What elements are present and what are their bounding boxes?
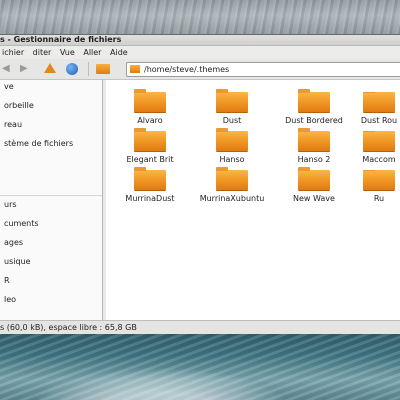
status-bar: s (60,0 kB), espace libre : 65,8 GB bbox=[0, 320, 400, 334]
folder-icon bbox=[298, 167, 330, 190]
window-title: s - Gestionnaire de fichiers bbox=[0, 35, 400, 46]
folder-view: Alvaro Dust Dust Bordered Dust Rou Elega… bbox=[106, 79, 400, 321]
folder-icon bbox=[363, 92, 395, 112]
folder-item[interactable]: Elegant Brit bbox=[110, 128, 190, 164]
folder-item[interactable]: Dust Bordered bbox=[274, 89, 354, 125]
sidebar-item-music[interactable]: usique bbox=[4, 257, 31, 266]
folder-icon bbox=[134, 89, 166, 112]
menubar: ichier diter Vue Aller Aide bbox=[0, 46, 400, 59]
folder-item[interactable]: MurrinaXubuntu bbox=[192, 167, 272, 203]
folder-label: Dust Rou bbox=[360, 116, 398, 125]
folder-label: Hanso 2 bbox=[297, 155, 331, 164]
folder-icon bbox=[298, 89, 330, 112]
back-arrow-icon[interactable]: ◀ bbox=[2, 63, 14, 75]
location-bar[interactable]: /home/steve/.themes bbox=[126, 62, 400, 77]
sidebar-item-desktop[interactable]: reau bbox=[4, 120, 22, 129]
folder-icon bbox=[363, 131, 395, 151]
folder-item[interactable]: Alvaro bbox=[110, 89, 190, 125]
folder-icon bbox=[130, 65, 140, 73]
sidebar-item-images[interactable]: ages bbox=[4, 238, 23, 247]
folder-item[interactable]: Hanso bbox=[192, 128, 272, 164]
folder-icon bbox=[216, 128, 248, 151]
folder-icon bbox=[134, 128, 166, 151]
folder-label: Dust bbox=[222, 116, 242, 125]
folder-item[interactable]: Hanso 2 bbox=[274, 128, 354, 164]
toolbar: ◀ ▶ /home/steve/.themes bbox=[0, 59, 400, 80]
menu-help[interactable]: Aide bbox=[110, 48, 128, 57]
sidebar-item-video[interactable]: leo bbox=[4, 295, 16, 304]
menu-file[interactable]: ichier bbox=[2, 48, 24, 57]
desktop-wallpaper-bottom bbox=[0, 332, 400, 400]
sidebar: ve orbeille reau stème de fichiers urs c… bbox=[0, 79, 103, 321]
folder-label: Elegant Brit bbox=[126, 155, 174, 164]
sidebar-item-documents[interactable]: cuments bbox=[4, 219, 39, 228]
folder-item[interactable]: New Wave bbox=[274, 167, 354, 203]
folder-icon bbox=[216, 89, 248, 112]
sidebar-item-home[interactable]: ve bbox=[4, 82, 14, 91]
forward-arrow-icon[interactable]: ▶ bbox=[20, 63, 32, 75]
folder-item[interactable]: Ru bbox=[356, 170, 400, 203]
folder-item[interactable]: MurrinaDust bbox=[110, 167, 190, 203]
toolbar-separator bbox=[88, 62, 89, 76]
folder-icon bbox=[134, 167, 166, 190]
folder-label: New Wave bbox=[293, 194, 335, 203]
folder-icon bbox=[298, 128, 330, 151]
folder-item[interactable]: Dust bbox=[192, 89, 272, 125]
sidebar-separator bbox=[0, 195, 102, 196]
folder-icon[interactable] bbox=[96, 64, 110, 74]
folder-icon bbox=[363, 170, 395, 190]
folder-label: Ru bbox=[373, 194, 385, 203]
menu-view[interactable]: Vue bbox=[60, 48, 75, 57]
menu-go[interactable]: Aller bbox=[83, 48, 101, 57]
sidebar-item-folders[interactable]: urs bbox=[4, 200, 17, 209]
folder-label: Hanso bbox=[219, 155, 245, 164]
folder-label: MurrinaDust bbox=[125, 194, 175, 203]
refresh-icon[interactable] bbox=[66, 63, 78, 75]
sidebar-item-filesystem[interactable]: stème de fichiers bbox=[4, 139, 73, 148]
file-manager-window: s - Gestionnaire de fichiers ichier dite… bbox=[0, 34, 400, 334]
folder-label: Dust Bordered bbox=[285, 116, 343, 125]
menu-edit[interactable]: diter bbox=[33, 48, 52, 57]
up-arrow-icon[interactable] bbox=[44, 63, 56, 73]
folder-label: MurrinaXubuntu bbox=[199, 194, 265, 203]
sidebar-item-r[interactable]: R bbox=[4, 276, 10, 285]
folder-label: Alvaro bbox=[137, 116, 163, 125]
folder-item[interactable]: Dust Rou bbox=[356, 92, 400, 125]
folder-icon bbox=[216, 167, 248, 190]
location-path[interactable]: /home/steve/.themes bbox=[144, 64, 229, 75]
sidebar-item-trash[interactable]: orbeille bbox=[4, 101, 34, 110]
folder-label: Maccom bbox=[362, 155, 396, 164]
folder-item[interactable]: Maccom bbox=[356, 131, 400, 164]
desktop-wallpaper-top bbox=[0, 0, 400, 34]
